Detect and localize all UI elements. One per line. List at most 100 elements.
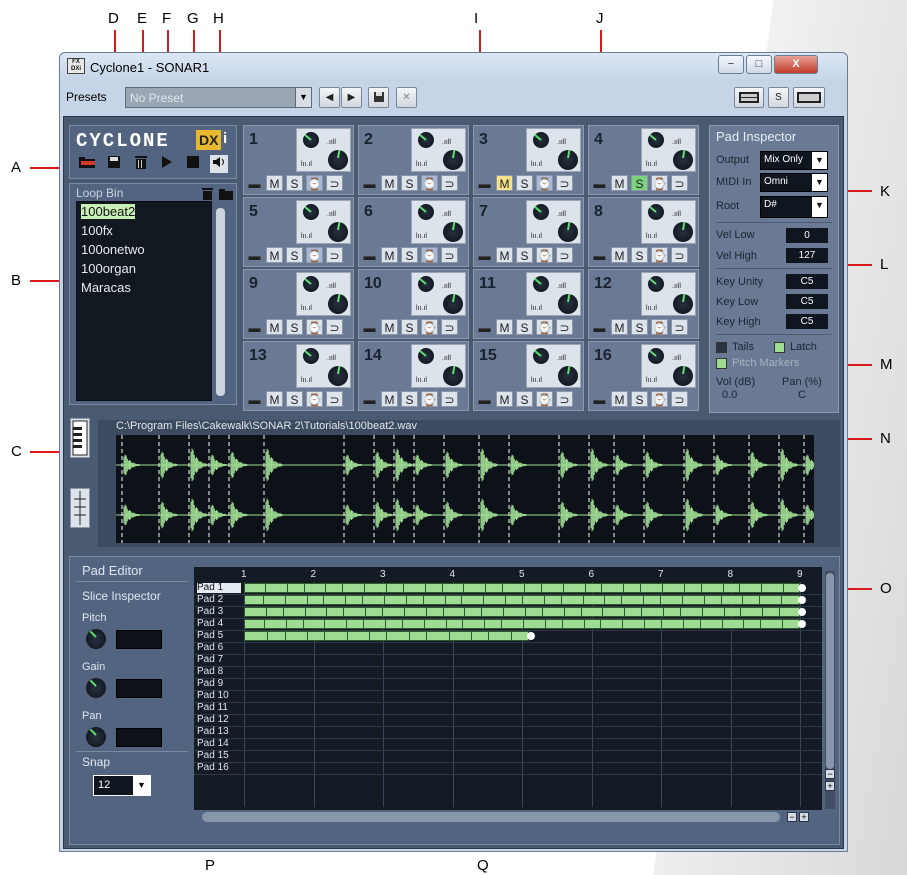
preset-next-button[interactable]: ▶: [341, 87, 362, 108]
latch-checkbox[interactable]: [774, 342, 785, 353]
pan-knob[interactable]: [443, 149, 463, 170]
mute-button[interactable]: M: [266, 175, 283, 191]
chevron-down-icon[interactable]: ▼: [812, 197, 827, 217]
slice-end-handle[interactable]: [798, 584, 806, 592]
trash-icon[interactable]: [202, 187, 214, 200]
loop-icon[interactable]: ⊃: [326, 247, 343, 263]
vel-low-field[interactable]: 0: [786, 228, 828, 243]
folder-button[interactable]: ▬: [591, 247, 608, 263]
folder-button[interactable]: ▬: [476, 319, 493, 335]
clock-icon[interactable]: ⌚: [651, 391, 668, 407]
folder-button[interactable]: ▬: [361, 391, 378, 407]
clock-icon[interactable]: ⌚: [306, 319, 323, 335]
zoom-out-vertical-button[interactable]: −: [825, 769, 835, 779]
gain-field[interactable]: [116, 679, 162, 698]
slice-row[interactable]: [244, 631, 529, 641]
list-item[interactable]: 100onetwo: [77, 240, 211, 259]
zoom-out-horizontal-button[interactable]: −: [787, 812, 797, 822]
solo-button[interactable]: S: [401, 391, 418, 407]
folder-button[interactable]: ▬: [476, 391, 493, 407]
solo-button[interactable]: S: [286, 175, 303, 191]
folder-button[interactable]: ▬: [591, 391, 608, 407]
solo-button[interactable]: S: [286, 391, 303, 407]
pad-15[interactable]: 15 .ııll lıı.ıl ▬ M S ⌚ ⊃: [473, 341, 584, 411]
volume-knob[interactable]: [533, 276, 549, 292]
pad-row-label[interactable]: Pad 4: [197, 619, 223, 629]
pan-knob[interactable]: [673, 293, 693, 314]
pad-1[interactable]: 1 .ııll lıı.ıl ▬ M S ⌚ ⊃: [243, 125, 354, 195]
loop-icon[interactable]: ⊃: [556, 247, 573, 263]
pad-row-label[interactable]: Pad 1: [197, 583, 241, 593]
volume-knob[interactable]: [648, 276, 664, 292]
midi-in-dropdown[interactable]: Omni ▼: [760, 173, 828, 192]
volume-knob[interactable]: [303, 276, 319, 292]
solo-button[interactable]: S: [286, 319, 303, 335]
list-item[interactable]: 100organ: [77, 259, 211, 278]
pad-16[interactable]: 16 .ııll lıı.ıl ▬ M S ⌚ ⊃: [588, 341, 699, 411]
solo-button[interactable]: S: [516, 247, 533, 263]
pan-knob[interactable]: [558, 293, 578, 314]
stop-icon[interactable]: [184, 155, 202, 173]
pad-3[interactable]: 3 .ııll lıı.ıl ▬ M S ⌚ ⊃: [473, 125, 584, 195]
folder-button[interactable]: ▬: [591, 319, 608, 335]
pan-knob[interactable]: [443, 365, 463, 386]
pan-knob[interactable]: [328, 149, 348, 170]
volume-knob[interactable]: [533, 132, 549, 148]
mute-button[interactable]: M: [496, 247, 513, 263]
solo-button[interactable]: S: [631, 319, 648, 335]
pad-row-label[interactable]: Pad 8: [197, 667, 223, 677]
solo-button[interactable]: S: [631, 247, 648, 263]
pad-row-label[interactable]: Pad 5: [197, 631, 223, 641]
volume-knob[interactable]: [648, 204, 664, 220]
pad-6[interactable]: 6 .ııll lıı.ıl ▬ M S ⌚ ⊃: [358, 197, 469, 267]
clock-icon[interactable]: ⌚: [536, 247, 553, 263]
pad-14[interactable]: 14 .ııll lıı.ıl ▬ M S ⌚ ⊃: [358, 341, 469, 411]
gain-knob[interactable]: [86, 678, 106, 698]
solo-button[interactable]: S: [516, 175, 533, 191]
clock-icon[interactable]: ⌚: [651, 247, 668, 263]
open-folder-icon[interactable]: [78, 155, 96, 173]
zoom-in-horizontal-button[interactable]: +: [799, 812, 809, 822]
volume-knob[interactable]: [303, 204, 319, 220]
mute-button[interactable]: M: [611, 175, 628, 191]
loop-icon[interactable]: ⊃: [556, 175, 573, 191]
folder-button[interactable]: ▬: [361, 247, 378, 263]
pan-field[interactable]: [116, 728, 162, 747]
pad-row-label[interactable]: Pad 9: [197, 679, 223, 689]
loop-icon[interactable]: ⊃: [556, 391, 573, 407]
pad-row-label[interactable]: Pad 6: [197, 643, 223, 653]
pad-5[interactable]: 5 .ııll lıı.ıl ▬ M S ⌚ ⊃: [243, 197, 354, 267]
preview-speaker-icon[interactable]: [210, 155, 228, 173]
chevron-down-icon[interactable]: ▼: [812, 152, 827, 169]
pan-knob[interactable]: [558, 149, 578, 170]
pad-row-label[interactable]: Pad 14: [197, 739, 229, 749]
loop-icon[interactable]: ⊃: [326, 319, 343, 335]
vol-value[interactable]: 0.0: [722, 389, 737, 401]
slice-row[interactable]: [244, 583, 800, 593]
keyboard-alt-button[interactable]: [793, 87, 825, 108]
solo-button[interactable]: S: [286, 247, 303, 263]
pad-11[interactable]: 11 .ııll lıı.ıl ▬ M S ⌚ ⊃: [473, 269, 584, 339]
clock-icon[interactable]: ⌚: [421, 391, 438, 407]
mute-button[interactable]: M: [381, 247, 398, 263]
folder-button[interactable]: ▬: [246, 391, 263, 407]
volume-knob[interactable]: [648, 132, 664, 148]
clock-icon[interactable]: ⌚: [306, 247, 323, 263]
volume-knob[interactable]: [533, 204, 549, 220]
loop-icon[interactable]: ⊃: [671, 175, 688, 191]
mute-button[interactable]: M: [496, 175, 513, 191]
minimize-button[interactable]: −: [718, 55, 744, 74]
pan-knob[interactable]: [443, 293, 463, 314]
clock-icon[interactable]: ⌚: [421, 175, 438, 191]
pad-9[interactable]: 9 .ııll lıı.ıl ▬ M S ⌚ ⊃: [243, 269, 354, 339]
pad-row-label[interactable]: Pad 11: [197, 703, 228, 713]
clock-icon[interactable]: ⌚: [306, 391, 323, 407]
solo-button[interactable]: S: [401, 247, 418, 263]
open-folder-icon[interactable]: [219, 187, 233, 200]
loop-bin-list[interactable]: 100beat2 100fx 100onetwo 100organ Maraca…: [76, 201, 212, 401]
pan-knob[interactable]: [443, 221, 463, 242]
mute-button[interactable]: M: [496, 391, 513, 407]
volume-knob[interactable]: [533, 348, 549, 364]
preset-delete-button[interactable]: ✕: [396, 87, 417, 108]
volume-knob[interactable]: [648, 348, 664, 364]
